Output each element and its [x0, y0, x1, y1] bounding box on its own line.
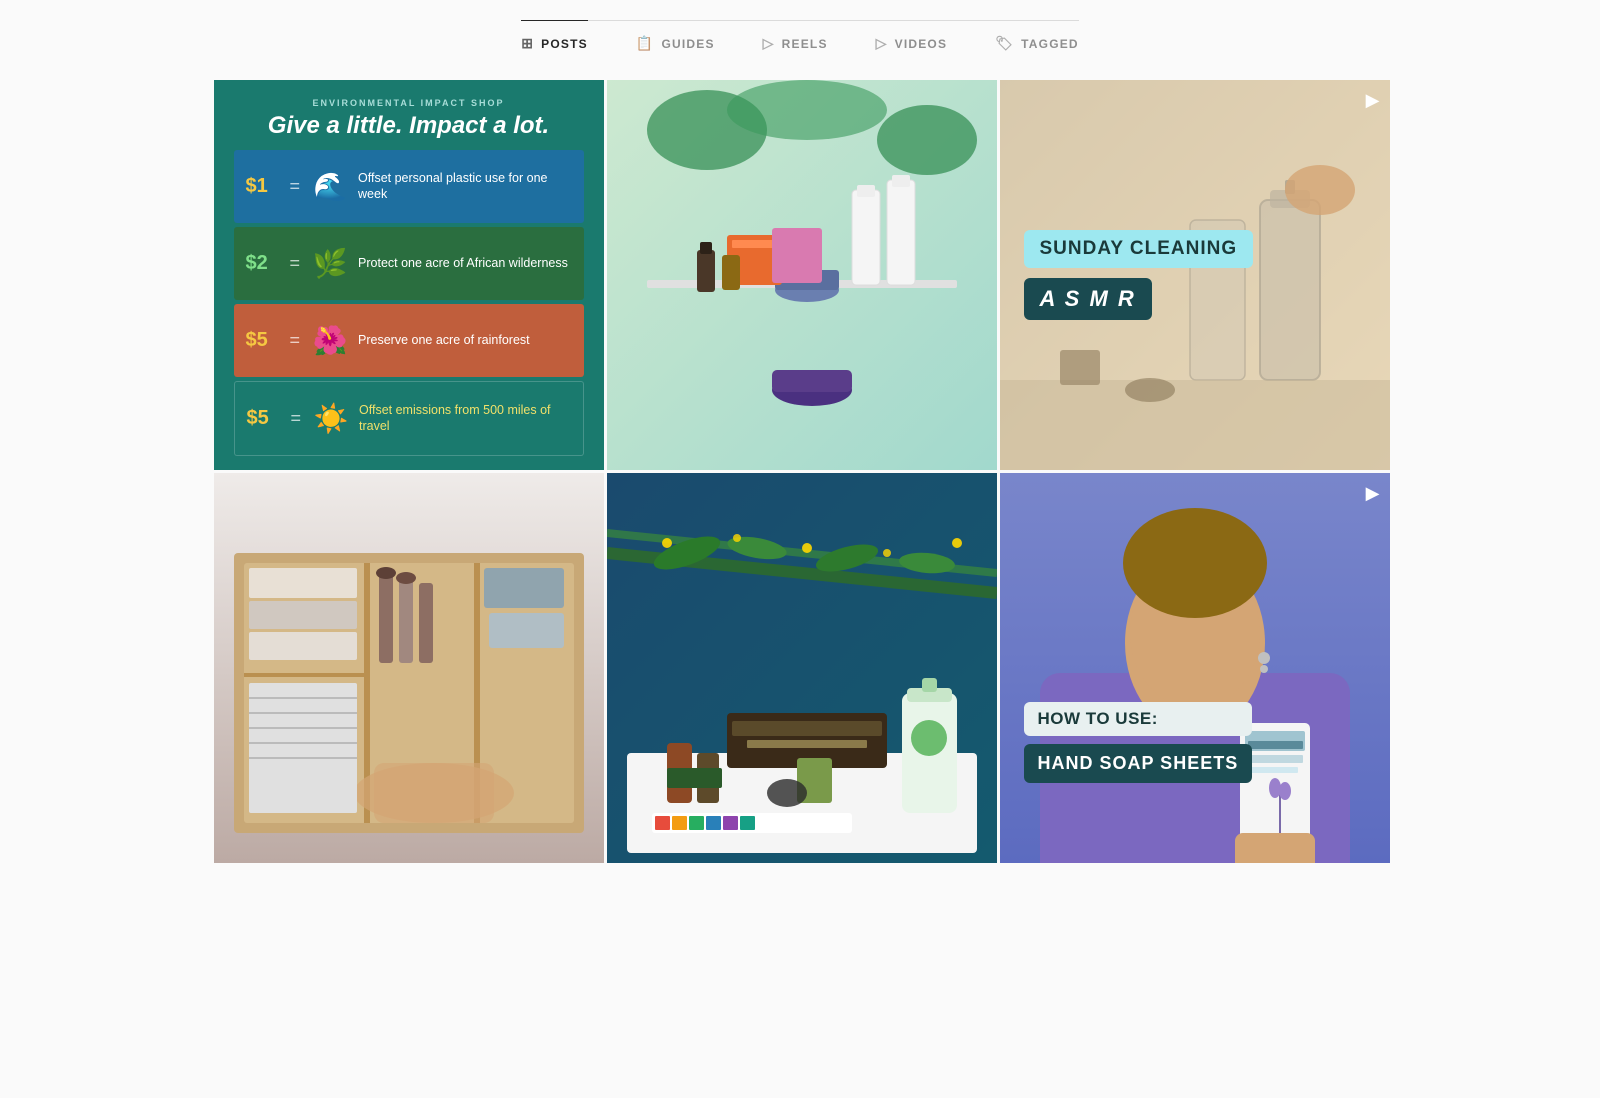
env-header: ENVIRONMENTAL IMPACT SHOP Give a little.…	[234, 98, 584, 140]
post-image-gift-set	[607, 473, 997, 863]
equals-3: =	[290, 330, 301, 351]
post-image-hand-soap: ▶ HOW TO USE: HAND SOAP SHEETS	[1000, 473, 1390, 863]
videos-label: VIDEOS	[895, 37, 948, 51]
post-image-drawer-organizer	[214, 473, 604, 863]
tagged-icon: 🏷	[995, 35, 1014, 52]
grid-item-sunday-cleaning[interactable]: ▶ SUNDAY CLEANING A S M R	[1000, 80, 1390, 470]
row-icon-2: 🌿	[312, 247, 348, 280]
tab-tagged[interactable]: 🏷 TAGGED	[995, 35, 1079, 56]
row-desc-4: Offset emissions from 500 miles of trave…	[359, 402, 570, 435]
row-icon-1: 🌊	[312, 170, 348, 203]
equals-4: =	[291, 408, 302, 429]
row-desc-1: Offset personal plastic use for one week	[358, 170, 571, 203]
env-row-1: $1 = 🌊 Offset personal plastic use for o…	[234, 150, 584, 223]
posts-icon: ⊞	[521, 35, 534, 52]
amount-1: $1	[246, 175, 278, 198]
row-desc-2: Protect one acre of African wilderness	[358, 255, 568, 271]
grid-item-products[interactable]	[607, 80, 997, 470]
tab-videos[interactable]: ▷ VIDEOS	[876, 35, 948, 56]
videos-icon: ▷	[876, 35, 888, 52]
tab-reels[interactable]: ▷ REELS	[763, 35, 828, 56]
overlay-line2: HAND SOAP SHEETS	[1024, 744, 1253, 783]
overlay-line1: HOW TO USE:	[1024, 702, 1253, 736]
row-icon-3: 🌺	[312, 324, 348, 357]
amount-4: $5	[247, 407, 279, 430]
env-rows: $1 = 🌊 Offset personal plastic use for o…	[234, 150, 584, 456]
howto-overlay: HOW TO USE: HAND SOAP SHEETS	[1024, 702, 1253, 783]
overlay-line1: SUNDAY CLEANING	[1024, 230, 1254, 268]
tab-posts[interactable]: ⊞ POSTS	[521, 20, 588, 56]
post-image-sunday-cleaning: ▶ SUNDAY CLEANING A S M R	[1000, 80, 1390, 470]
guides-label: GUIDES	[661, 37, 714, 51]
amount-2: $2	[246, 252, 278, 275]
env-row-3: $5 = 🌺 Preserve one acre of rainforest	[234, 304, 584, 377]
equals-2: =	[290, 253, 301, 274]
reels-label: REELS	[782, 37, 828, 51]
post-image-products	[607, 80, 997, 470]
equals-1: =	[290, 176, 301, 197]
nav-tabs: ⊞ POSTS📋 GUIDES▷ REELS▷ VIDEOS🏷 TAGGED	[521, 20, 1079, 80]
env-row-4: $5 = ☀️ Offset emissions from 500 miles …	[234, 381, 584, 456]
tagline: Give a little. Impact a lot.	[234, 112, 584, 140]
grid-item-environmental[interactable]: ENVIRONMENTAL IMPACT SHOP Give a little.…	[214, 80, 604, 470]
env-row-2: $2 = 🌿 Protect one acre of African wilde…	[234, 227, 584, 300]
overlay-sunday-cleaning: SUNDAY CLEANING A S M R	[1000, 80, 1390, 470]
posts-label: POSTS	[541, 37, 588, 51]
guides-icon: 📋	[636, 35, 655, 52]
tagged-label: TAGGED	[1021, 37, 1079, 51]
grid-item-gift-set[interactable]	[607, 473, 997, 863]
posts-grid: ENVIRONMENTAL IMPACT SHOP Give a little.…	[214, 80, 1387, 863]
reels-icon: ▷	[763, 35, 775, 52]
shop-label: ENVIRONMENTAL IMPACT SHOP	[234, 98, 584, 108]
grid-item-hand-soap[interactable]: ▶ HOW TO USE: HAND SOAP SHEETS	[1000, 473, 1390, 863]
row-desc-3: Preserve one acre of rainforest	[358, 332, 530, 348]
env-impact-card: ENVIRONMENTAL IMPACT SHOP Give a little.…	[214, 80, 604, 470]
grid-item-drawer-organizer[interactable]	[214, 473, 604, 863]
overlay-line2: A S M R	[1024, 278, 1152, 320]
tab-guides[interactable]: 📋 GUIDES	[636, 35, 715, 56]
row-icon-4: ☀️	[313, 402, 349, 435]
overlay-hand-soap: HOW TO USE: HAND SOAP SHEETS	[1000, 473, 1390, 863]
amount-3: $5	[246, 329, 278, 352]
